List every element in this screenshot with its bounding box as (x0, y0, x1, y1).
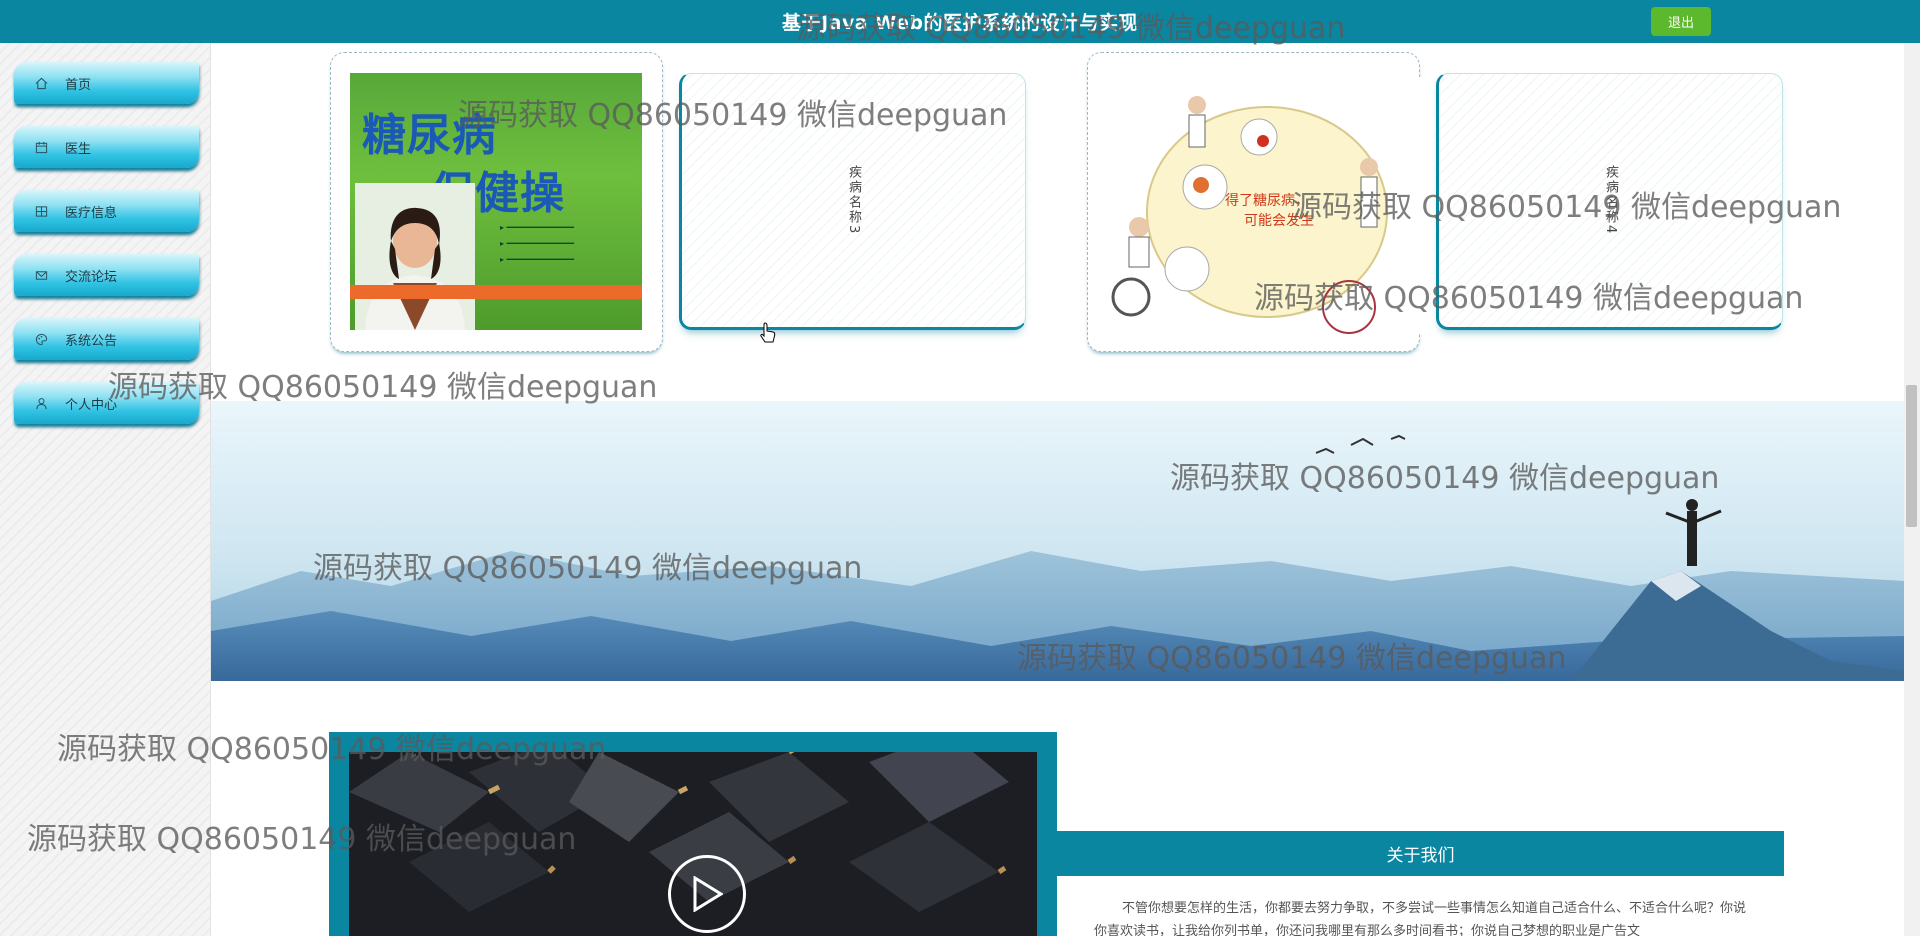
sidebar-item-label: 医疗信息 (65, 205, 118, 221)
hand-cursor-icon (760, 322, 776, 343)
scrollbar-thumb[interactable] (1906, 385, 1917, 527)
about-us-heading: 关于我们 (1057, 831, 1784, 876)
palette-icon (34, 332, 48, 346)
user-icon (34, 396, 48, 410)
play-icon[interactable] (668, 855, 746, 933)
sidebar-item-forum[interactable]: 交流论坛 (14, 254, 199, 296)
diabetes-book-cover-image: 糖尿病 保健操 ▸ ━━━━━━━━━━━━━━ ▸ ━━━━━━━━━━━━━… (350, 73, 642, 330)
disease-name-label: 疾病名称4 (1603, 165, 1618, 236)
calendar-icon (34, 140, 48, 154)
sidebar-item-announcements[interactable]: 系统公告 (14, 318, 199, 360)
mail-icon (34, 268, 48, 282)
page-title: 基于Java Web的医护系统的设计与实现 (782, 12, 1138, 34)
top-bar: 基于Java Web的医护系统的设计与实现 退出 (0, 0, 1920, 43)
sidebar-item-label: 系统公告 (65, 333, 118, 349)
sidebar-item-profile[interactable]: 个人中心 (14, 382, 199, 424)
sidebar-item-label: 交流论坛 (65, 269, 118, 285)
book-title-line1: 糖尿病 (362, 110, 497, 161)
illustration-caption: 得了糖尿病， (1225, 192, 1309, 209)
sidebar-item-label: 个人中心 (65, 397, 118, 413)
sidebar-item-label: 首页 (65, 77, 92, 93)
mountain-banner-image (211, 401, 1904, 681)
grid-icon (34, 204, 48, 218)
sidebar-item-doctor[interactable]: 医生 (14, 126, 199, 168)
disease-card-4[interactable]: 疾病名称4 (1436, 73, 1783, 330)
sidebar-item-home[interactable]: 首页 (14, 62, 199, 104)
sidebar: 首页 医生 医疗信息 交流论坛 系统公告 个人中心 (0, 43, 211, 936)
about-us-text: 不管你想要怎样的生活，你都要去努力争取，不多尝试一些事情怎么知道自己适合什么、不… (1094, 901, 1747, 936)
author-portrait (355, 183, 475, 330)
disease-name-label: 疾病名称3 (846, 165, 861, 236)
logout-button[interactable]: 退出 (1651, 7, 1711, 36)
svg-text:可能会发生: 可能会发生 (1244, 213, 1314, 229)
sidebar-item-medical-info[interactable]: 医疗信息 (14, 190, 199, 232)
home-icon (34, 76, 48, 90)
sidebar-item-label: 医生 (65, 141, 92, 157)
disease-card-3[interactable]: 疾病名称3 (679, 73, 1026, 330)
diabetes-complications-illustration: 得了糖尿病， 可能会发生 (1109, 77, 1433, 334)
